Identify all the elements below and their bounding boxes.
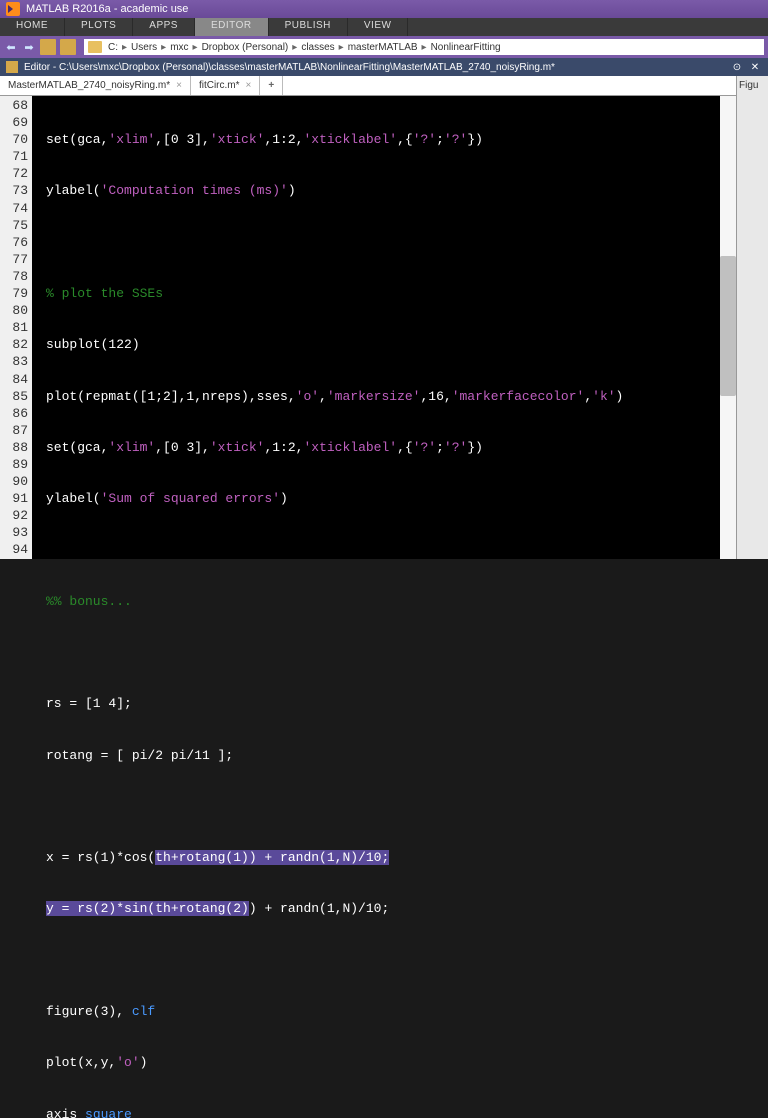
figure-panel[interactable]: Figu: [736, 76, 768, 559]
scrollbar-thumb[interactable]: [720, 256, 736, 396]
line-number: 78: [0, 268, 32, 285]
tab-home[interactable]: HOME: [0, 18, 65, 36]
close-icon[interactable]: ✕: [748, 60, 762, 74]
line-number: 77: [0, 251, 32, 268]
line-number-gutter: 6869707172737475767778798081828384858687…: [0, 96, 32, 559]
file-tab-0-label: MasterMATLAB_2740_noisyRing.m*: [8, 80, 170, 91]
line-number: 93: [0, 524, 32, 541]
matlab-icon: [6, 2, 20, 16]
line-number: 88: [0, 439, 32, 456]
line-number: 75: [0, 217, 32, 234]
file-tab-1-label: fitCirc.m*: [199, 80, 240, 91]
tab-publish[interactable]: PUBLISH: [269, 18, 348, 36]
ribbon-tabs: HOME PLOTS APPS EDITOR PUBLISH VIEW: [0, 18, 768, 36]
line-number: 68: [0, 97, 32, 114]
editor-area[interactable]: 6869707172737475767778798081828384858687…: [0, 96, 768, 559]
line-number: 76: [0, 234, 32, 251]
line-number: 80: [0, 302, 32, 319]
restore-icon[interactable]: ⊙: [730, 60, 744, 74]
line-number: 86: [0, 405, 32, 422]
crumb-6[interactable]: NonlinearFitting: [431, 42, 501, 53]
line-number: 79: [0, 285, 32, 302]
line-number: 94: [0, 541, 32, 558]
crumb-5[interactable]: masterMATLAB: [348, 42, 418, 53]
line-number: 82: [0, 336, 32, 353]
line-number: 81: [0, 319, 32, 336]
line-number: 83: [0, 353, 32, 370]
add-tab-button[interactable]: +: [260, 76, 283, 95]
line-number: 84: [0, 371, 32, 388]
tab-plots[interactable]: PLOTS: [65, 18, 133, 36]
crumb-3[interactable]: Dropbox (Personal): [202, 42, 289, 53]
line-number: 87: [0, 422, 32, 439]
back-arrow-icon[interactable]: ⬅: [4, 40, 18, 54]
vertical-scrollbar[interactable]: [720, 96, 736, 559]
toolbar: ⬅ ➡ C:▸ Users▸ mxc▸ Dropbox (Personal)▸ …: [0, 36, 768, 58]
close-icon[interactable]: ×: [176, 80, 182, 91]
code-content[interactable]: set(gca,'xlim',[0 3],'xtick',1:2,'xtickl…: [32, 96, 768, 559]
tab-view[interactable]: VIEW: [348, 18, 409, 36]
editor-icon: [6, 61, 18, 73]
line-number: 92: [0, 507, 32, 524]
line-number: 89: [0, 456, 32, 473]
line-number: 73: [0, 182, 32, 199]
crumb-2[interactable]: mxc: [170, 42, 188, 53]
window-titlebar: MATLAB R2016a - academic use: [0, 0, 768, 18]
file-tab-0[interactable]: MasterMATLAB_2740_noisyRing.m* ×: [0, 76, 191, 95]
tab-apps[interactable]: APPS: [133, 18, 195, 36]
line-number: 74: [0, 200, 32, 217]
breadcrumb[interactable]: C:▸ Users▸ mxc▸ Dropbox (Personal)▸ clas…: [84, 39, 764, 55]
window-title: MATLAB R2016a - academic use: [26, 3, 188, 15]
line-number: 85: [0, 388, 32, 405]
fwd-arrow-icon[interactable]: ➡: [22, 40, 36, 54]
tab-editor[interactable]: EDITOR: [195, 18, 269, 36]
folder-icon: [88, 41, 102, 53]
crumb-4[interactable]: classes: [301, 42, 334, 53]
close-icon[interactable]: ×: [246, 80, 252, 91]
line-number: 90: [0, 473, 32, 490]
line-number: 91: [0, 490, 32, 507]
figure-panel-label: Figu: [739, 80, 758, 91]
line-number: 71: [0, 148, 32, 165]
file-tab-1[interactable]: fitCirc.m* ×: [191, 76, 260, 95]
toolbar-icon-2[interactable]: [60, 39, 76, 55]
crumb-0[interactable]: C:: [108, 42, 118, 53]
crumb-1[interactable]: Users: [131, 42, 157, 53]
line-number: 72: [0, 165, 32, 182]
line-number: 69: [0, 114, 32, 131]
editor-header: Editor - C:\Users\mxc\Dropbox (Personal)…: [0, 58, 768, 76]
file-tabs: MasterMATLAB_2740_noisyRing.m* × fitCirc…: [0, 76, 768, 96]
line-number: 70: [0, 131, 32, 148]
editor-path: Editor - C:\Users\mxc\Dropbox (Personal)…: [24, 62, 555, 73]
toolbar-icon-1[interactable]: [40, 39, 56, 55]
